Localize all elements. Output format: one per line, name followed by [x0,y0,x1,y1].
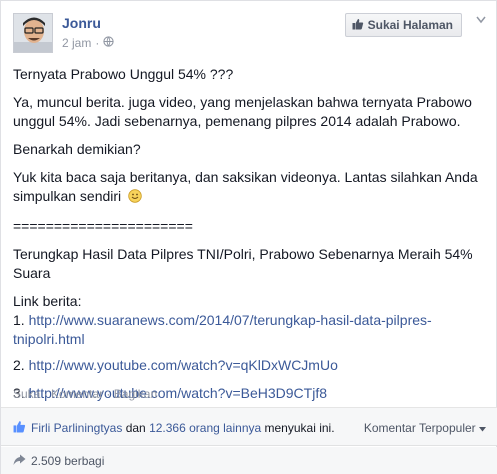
likes-summary: Firli Parliningtyas dan 12.366 orang lai… [1,408,497,446]
thumbs-up-icon [13,420,26,436]
links-heading: Link berita: [13,293,82,309]
post-paragraph: Yuk kita baca saja beritanya, dan saksik… [13,169,478,204]
smile-emoji-icon [128,189,142,208]
post-paragraph: Ternyata Prabowo Unggul 54% ??? [13,66,234,82]
post-paragraph: Ya, muncul berita. juga video, yang menj… [13,94,472,129]
meta-separator: · [95,36,100,50]
action-separator: · [43,387,48,401]
links-block: Link berita: 1. http://www.suaranews.com… [13,292,483,349]
post-paragraph-with-emoji: Yuk kita baca saja beritanya, dan saksik… [13,168,483,208]
thumbs-up-icon [352,18,364,33]
comment-sort-dropdown[interactable]: Komentar Terpopuler [364,421,486,435]
post-actions: Suka · Komentar · Bagikan [13,387,157,401]
post-time[interactable]: 2 jam [62,36,91,50]
like-action[interactable]: Suka [13,387,40,401]
shares-summary: 2.509 berbagi [1,447,497,474]
avatar[interactable] [13,13,53,53]
like-page-button[interactable]: Sukai Halaman [344,13,462,37]
share-icon [13,454,26,469]
comment-action[interactable]: Komentar [51,387,103,401]
post-meta: 2 jam · [62,36,114,50]
like-page-label: Sukai Halaman [367,18,453,32]
liker-name[interactable]: Firli Parliningtyas [31,421,122,435]
profile-photo [14,14,52,52]
action-separator: · [106,387,111,401]
likes-text: Firli Parliningtyas dan 12.366 orang lai… [31,421,335,435]
link-item: 2. http://www.youtube.com/watch?v=qKlDxW… [13,356,483,375]
post-body: Ternyata Prabowo Unggul 54% ??? Ya, munc… [13,65,483,412]
divider-line: ====================== [13,218,193,234]
caret-down-icon [479,421,486,435]
link-number: 2. [13,357,25,373]
post-paragraph: Terungkap Hasil Data Pilpres TNI/Polri, … [13,246,473,281]
comment-sort-label: Komentar Terpopuler [363,421,476,435]
news-link-1[interactable]: http://www.suaranews.com/2014/07/terungk… [13,312,432,347]
likes-suffix: menyukai ini. [264,421,335,435]
globe-icon [103,36,114,50]
share-action[interactable]: Bagikan [114,387,157,401]
author-name[interactable]: Jonru [62,15,101,31]
shares-count[interactable]: 2.509 berbagi [31,454,104,468]
chevron-down-icon[interactable] [476,15,486,27]
post-card: Jonru 2 jam · Sukai Halaman Ternyata Pra… [0,0,497,474]
likes-and: dan [125,421,146,435]
youtube-link-1[interactable]: http://www.youtube.com/watch?v=qKlDxWCJm… [29,357,338,373]
other-likers-link[interactable]: 12.366 orang lainnya [149,421,261,435]
link-number: 1. [13,312,25,328]
post-paragraph: Benarkah demikian? [13,141,141,157]
